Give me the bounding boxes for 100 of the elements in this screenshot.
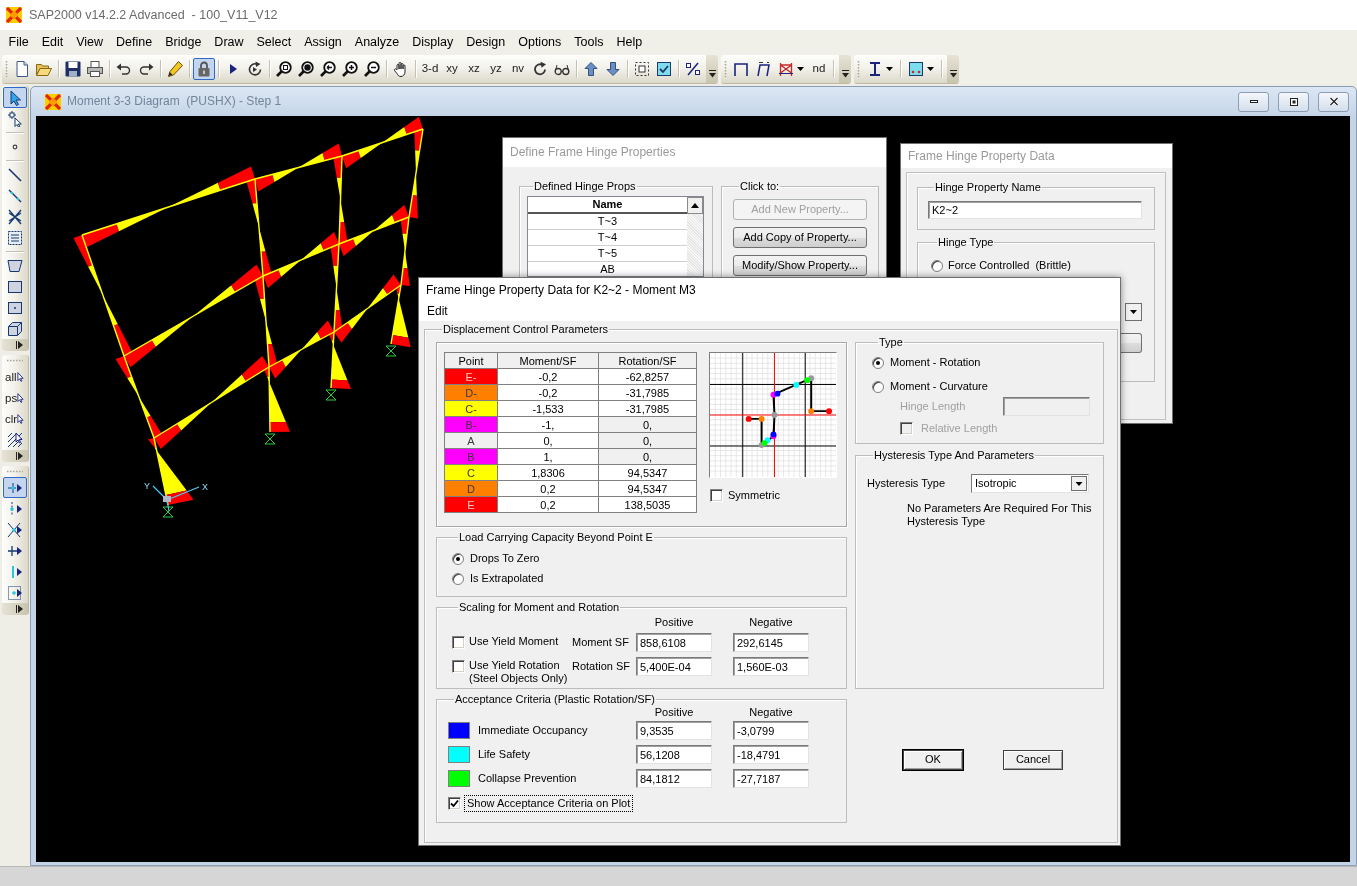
list-item[interactable]: T~4 [528,230,687,246]
field-label: Moment SF [572,635,630,649]
close-button[interactable] [1318,91,1349,112]
button-edge[interactable] [1121,333,1142,354]
toolbar-button[interactable]: nv [507,58,529,80]
menu-item[interactable]: Select [250,32,298,52]
close-icon [1328,97,1339,106]
menu-item[interactable]: File [2,32,36,52]
zoom-previous-icon [320,61,336,77]
restore-button[interactable] [1278,91,1309,112]
input-field[interactable]: -3,0799 [733,721,809,740]
toolbar-options-button[interactable] [947,55,959,83]
radio-button[interactable] [452,553,464,565]
menu-item[interactable]: Analyze [348,32,406,52]
menu-item[interactable]: Tools [567,32,610,52]
input-field[interactable]: 9,3535 [636,721,712,740]
chevron-down-icon [708,70,716,78]
checkbox-label: Use Yield Moment [469,635,560,648]
input-field[interactable]: -18,4791 [733,745,809,764]
scroll-up-button[interactable] [687,197,703,214]
radio-label: Drops To Zero [470,552,540,566]
list-icon [7,229,23,246]
dialog-button[interactable]: OK [903,750,963,770]
toolbar-button[interactable]: xz [463,58,485,80]
group-title: Defined Hinge Props [533,180,637,193]
checkbox[interactable] [452,636,465,649]
field-label: Hysteresis Type [867,476,947,491]
toolbar-button[interactable]: clr [3,408,27,429]
menu-item[interactable]: View [69,32,110,52]
toolbar-button[interactable]: all [3,366,27,387]
rectangle-icon [7,278,23,295]
menu-item[interactable]: Define [109,32,159,52]
portal-frame-icon [733,61,749,77]
input-field[interactable]: -27,7187 [733,769,809,788]
chevron-right-icon [16,605,23,613]
input-field[interactable]: 84,1812 [636,769,712,788]
toolbar-options-button[interactable] [839,55,851,83]
dialog-button[interactable]: Modify/Show Property... [733,255,867,276]
cube-icon [7,320,23,337]
menu-item[interactable]: Assign [297,32,349,52]
input-field[interactable]: 292,6145 [733,633,809,652]
dropdown-button[interactable] [1125,303,1142,322]
redo-icon [138,61,154,77]
minimize-button[interactable] [1238,91,1269,112]
quadrilateral-icon [7,257,23,274]
field-label: Collapse Prevention [478,771,578,786]
toolbar-button[interactable] [3,477,27,498]
menu-item[interactable]: Display [405,32,460,52]
menu-item[interactable]: Bridge [158,32,208,52]
i-beam-icon [867,61,883,77]
toolbar-options-button[interactable] [2,450,28,462]
window-title: Moment 3-3 Diagram (PUSHX) - Step 1 [67,94,282,109]
toolbar-button[interactable]: nd [808,58,830,80]
toolbar-options-button[interactable] [706,55,718,83]
dropdown[interactable]: Isotropic [971,474,1089,493]
input-field[interactable]: 5,400E-04 [636,657,712,676]
group-title: Click to: [739,180,781,193]
menu-item[interactable]: Design [459,32,512,52]
group-title: Hinge Type [937,236,995,249]
radio-button[interactable] [931,259,943,272]
cursor-icon [17,393,25,403]
list-item[interactable]: T~5 [528,246,687,262]
dialog-button[interactable]: Add Copy of Property... [733,227,867,248]
folder-icon [36,61,52,77]
menu-item[interactable]: Options [511,32,568,52]
zoom-in-icon [342,61,358,77]
toolbar-button[interactable]: 3-d [419,58,441,80]
checkbox[interactable] [448,797,461,810]
menu-item[interactable]: Edit [421,304,454,319]
note-text: No Parameters Are Required For This Hysteresis Type [907,502,1093,528]
radio-label: Is Extrapolated [470,572,544,586]
arrow-up-icon [583,61,599,77]
pointer-icon [7,89,23,106]
list-item[interactable]: T~3 [528,214,687,230]
toolbar-options-button[interactable] [2,603,28,615]
toolbar-button[interactable] [84,58,106,80]
toolbar-options-button[interactable] [2,339,28,351]
menu-item[interactable]: Help [610,32,649,52]
axis-label: X [202,482,208,492]
radio-button[interactable] [452,573,464,585]
refresh-icon [247,61,263,77]
checkbox[interactable] [452,660,465,673]
undo-icon [116,61,132,77]
toolbar-button[interactable]: yz [485,58,507,80]
toolbar-button[interactable]: xy [441,58,463,80]
field-label: Immediate Occupancy [478,723,589,738]
percent-icon [685,61,701,77]
input-field[interactable]: 858,6108 [636,633,712,652]
group-title: Hysteresis Type And Parameters [873,449,1035,462]
checkbox[interactable] [710,489,723,503]
checkbox-label: Use Yield Rotation [469,659,561,672]
toolbar-button[interactable]: ps [3,387,27,408]
hatch-pointer-icon [7,431,23,448]
input-field[interactable]: K2~2 [928,201,1142,219]
input-field[interactable]: 56,1208 [636,745,712,764]
grip-icon [6,359,24,362]
menu-item[interactable]: Edit [35,32,70,52]
dialog-button[interactable]: Cancel [1003,750,1063,770]
menu-item[interactable]: Draw [207,32,251,52]
input-field[interactable]: 1,560E-03 [733,657,809,676]
